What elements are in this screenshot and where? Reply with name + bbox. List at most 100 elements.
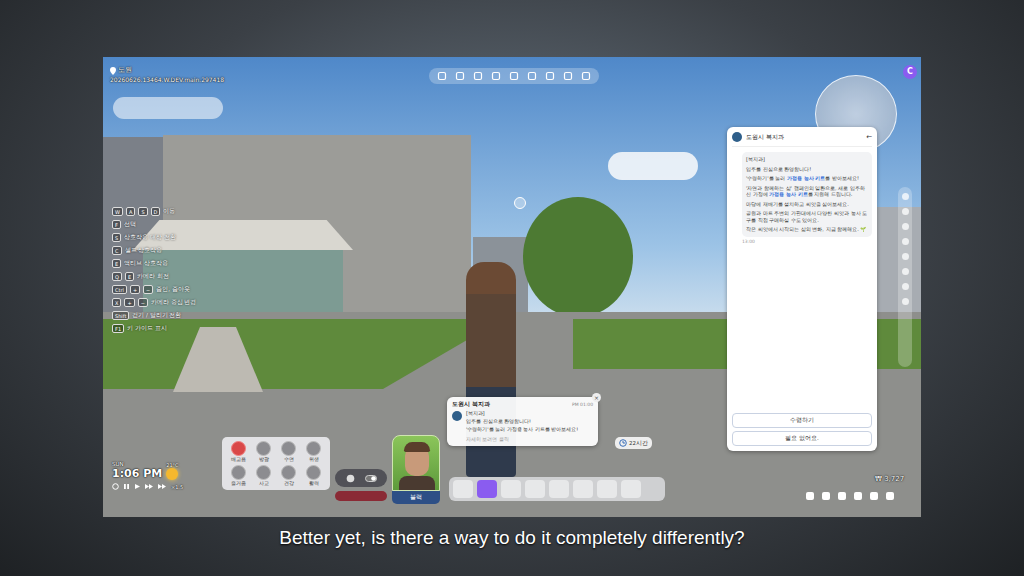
quest-marker[interactable] [514, 197, 526, 209]
key-cap: + [124, 298, 134, 307]
key-guide-label: 줌인, 줌아웃 [156, 286, 190, 293]
bottom-right-icons [805, 491, 895, 501]
portrait-body [399, 476, 435, 491]
notification-body: [복지과]입주를 진심으로 환영합니다!'수령하기'를 눌러 가정용 농사 키트… [452, 411, 593, 442]
need-icon [231, 465, 246, 480]
location-pin-icon[interactable] [110, 67, 116, 75]
need-item[interactable]: 활력 [301, 465, 326, 486]
sidebar-button[interactable] [902, 253, 909, 260]
faster-icon[interactable] [158, 483, 167, 490]
inventory-slot[interactable] [477, 480, 497, 498]
action-pill[interactable] [335, 469, 387, 487]
video-icon[interactable] [473, 71, 483, 81]
inventory-slot[interactable] [597, 480, 617, 498]
key-cap: E [112, 259, 121, 268]
book-icon[interactable] [805, 491, 815, 501]
inventory-slot[interactable] [453, 480, 473, 498]
export-icon[interactable] [509, 71, 519, 81]
camera-icon[interactable] [527, 71, 537, 81]
chat-paragraph: 마당에 재배기를 설치하고 씨앗을 심어보세요. [746, 201, 868, 208]
need-item[interactable]: 건강 [276, 465, 301, 486]
expand-icon[interactable] [545, 71, 555, 81]
focus-icon[interactable] [563, 71, 573, 81]
key-guide-row: QE카메라 회전 [112, 272, 196, 281]
people-icon[interactable] [821, 491, 831, 501]
portrait-hair [404, 442, 430, 452]
game-viewport[interactable]: 도원20260626.13464.W.DEV.main.297418CWASD이… [103, 57, 921, 517]
sidebar-button[interactable] [902, 208, 909, 215]
tools-icon[interactable] [455, 71, 465, 81]
clock-panel: SUN1:06 PM21°C×1.5 [112, 461, 220, 490]
tree [523, 197, 633, 317]
chat-icon[interactable] [837, 491, 847, 501]
chat-text: 를 받아보세요! [825, 175, 859, 181]
chat-text: '수령하기'를 눌러 [746, 175, 787, 181]
key-cap: − [143, 285, 153, 294]
key-guide-label: 셀프 상호작용 [125, 247, 163, 254]
chat-body: [복지과]입주를 진심으로 환영합니다!'수령하기'를 눌러 가정용 농사 키트… [732, 147, 872, 413]
needs-panel: 배고픔방광 수면위생즐거움사교건강활력 [222, 437, 330, 490]
need-label: 방광 [259, 457, 269, 462]
brain-icon[interactable] [346, 474, 355, 483]
shop-icon[interactable] [869, 491, 879, 501]
chat-panel: 도원시 복지과←[복지과]입주를 진심으로 환영합니다!'수령하기'를 눌러 가… [727, 127, 877, 451]
inventory-bar [449, 477, 665, 501]
chat-text: 가정용 농사 키트 [769, 191, 807, 197]
close-button[interactable]: × [592, 393, 601, 402]
pause-icon[interactable] [123, 483, 130, 490]
sidebar-button[interactable] [902, 238, 909, 245]
sidebar-button[interactable] [902, 193, 909, 200]
sidebar-button[interactable] [902, 268, 909, 275]
sidebar-button[interactable] [902, 223, 909, 230]
key-cap: Shift [112, 311, 129, 320]
fast-forward-icon[interactable] [145, 483, 154, 490]
clock-icon[interactable] [619, 439, 627, 447]
sidebar-button[interactable] [902, 298, 909, 305]
build-icon[interactable] [853, 491, 863, 501]
notification-line: 입주를 진심으로 환영합니다! [466, 419, 578, 425]
chat-buttons: 수령하기필요 없어요. [732, 413, 872, 446]
history-icon[interactable] [112, 483, 119, 490]
notification-footer[interactable]: 자세히 보려면 클릭 [466, 437, 578, 442]
need-item[interactable]: 위생 [301, 441, 326, 462]
back-button[interactable]: ← [866, 133, 872, 141]
key-guide-row: WASD이동 [112, 207, 196, 216]
play-icon[interactable] [134, 483, 141, 490]
family-icon[interactable] [885, 491, 895, 501]
key-cap: A [126, 207, 135, 216]
key-cap: Q [112, 272, 122, 281]
location-row: 도원 [110, 66, 224, 75]
timer-badge[interactable]: 22시간 [615, 437, 652, 449]
character-portrait[interactable]: 블랙 [390, 435, 442, 504]
notification-popup[interactable]: 도원시 복지과PM 01:00×[복지과]입주를 진심으로 환영합니다!'수령하… [447, 397, 598, 446]
need-item[interactable]: 사교 [251, 465, 276, 486]
need-item[interactable]: 수면 [276, 441, 301, 462]
hide-icon[interactable] [581, 71, 591, 81]
need-label: 위생 [309, 457, 319, 462]
inventory-slot[interactable] [549, 480, 569, 498]
inventory-slot[interactable] [573, 480, 593, 498]
day-label: SUN [112, 461, 162, 467]
need-item[interactable]: 방광 [251, 441, 276, 462]
key-guide-row: C셀프 상호작용 [112, 246, 196, 255]
cube-icon[interactable] [437, 71, 447, 81]
inventory-slot[interactable] [501, 480, 521, 498]
inventory-slot[interactable] [621, 480, 641, 498]
profile-badge[interactable]: C [903, 65, 917, 79]
reply-button[interactable]: 수령하기 [732, 413, 872, 428]
red-pill[interactable] [335, 491, 387, 501]
sender-avatar-icon [452, 411, 462, 421]
key-cap: Ctrl [112, 285, 127, 294]
need-item[interactable]: 즐거움 [226, 465, 251, 486]
notification-sender: 도원시 복지과 [452, 401, 569, 408]
chat-text: 작은 씨앗에서 시작되는 삶의 변화, 지금 함께해요. 🌱 [746, 226, 866, 232]
sidebar-button[interactable] [902, 283, 909, 290]
need-item[interactable]: 배고픔 [226, 441, 251, 462]
chat-paragraph: 입주를 진심으로 환영합니다! [746, 166, 868, 173]
cloud [113, 97, 223, 119]
reply-button[interactable]: 필요 없어요. [732, 431, 872, 446]
bulb-icon[interactable] [491, 71, 501, 81]
toggle-icon[interactable] [365, 475, 377, 482]
chat-text: 입주를 진심으로 환영합니다! [746, 166, 811, 172]
inventory-slot[interactable] [525, 480, 545, 498]
